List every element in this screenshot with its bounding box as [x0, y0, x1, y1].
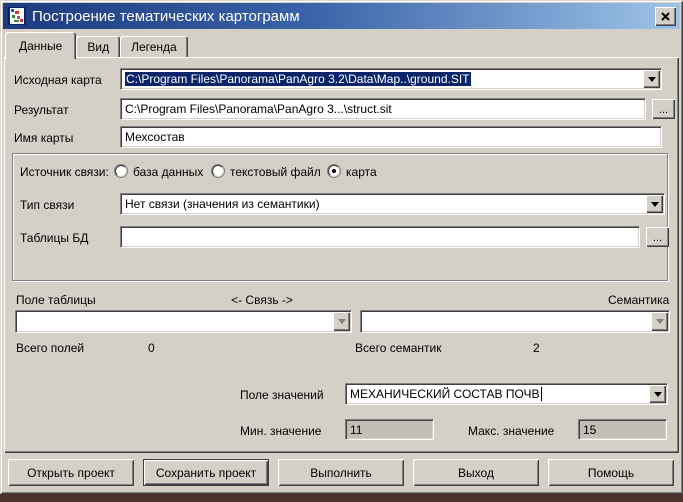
tab-view-label: Вид — [87, 40, 109, 54]
execute-label: Выполнить — [310, 466, 372, 480]
radio-textfile-label[interactable]: текстовый файл — [230, 165, 321, 179]
window-title: Построение тематических картограмм — [32, 8, 655, 25]
open-project-label: Открыть проект — [27, 466, 115, 480]
radio-map-label[interactable]: карта — [346, 165, 377, 179]
close-button[interactable] — [655, 7, 676, 26]
value-field-dropdown-button[interactable] — [649, 385, 666, 403]
source-map-value: C:\Program Files\Panorama\PanAgro 3.2\Da… — [125, 72, 471, 86]
max-value-field: 15 — [578, 419, 667, 440]
tab-legend-label: Легенда — [131, 40, 177, 54]
semantics-dropdown-button — [651, 312, 668, 331]
db-tables-input[interactable] — [120, 226, 640, 248]
help-label: Помощь — [588, 466, 634, 480]
link-type-dropdown-button[interactable] — [646, 195, 663, 213]
exit-label: Выход — [458, 466, 494, 480]
total-fields-value: 0 — [148, 341, 155, 355]
result-input[interactable]: C:\Program Files\Panorama\PanAgro 3...\s… — [120, 98, 646, 120]
semantics-combobox — [360, 310, 670, 333]
max-value-label: Макс. значение — [468, 424, 554, 438]
table-field-combobox — [15, 310, 352, 333]
chevron-down-icon — [651, 202, 659, 207]
map-name-label: Имя карты — [14, 131, 73, 145]
semantics-label: Семантика — [608, 293, 669, 307]
db-tables-browse-button[interactable]: ... — [646, 227, 669, 247]
chevron-down-icon — [656, 319, 664, 324]
button-row: Открыть проект Сохранить проект Выполнит… — [8, 459, 674, 486]
save-project-button[interactable]: Сохранить проект — [143, 459, 269, 486]
chevron-down-icon — [654, 392, 662, 397]
ellipsis-icon: ... — [659, 105, 668, 115]
radio-database-label[interactable]: база данных — [133, 165, 203, 179]
radio-textfile[interactable] — [212, 165, 224, 177]
link-header: <- Связь -> — [212, 293, 312, 307]
value-field-value: МЕХАНИЧЕСКИЙ СОСТАВ ПОЧВ — [350, 387, 540, 401]
execute-button[interactable]: Выполнить — [278, 459, 404, 486]
map-name-value: Мехсостав — [125, 130, 185, 144]
db-tables-label: Таблицы БД — [20, 231, 88, 245]
table-field-label: Поле таблицы — [16, 293, 96, 307]
radio-map[interactable] — [328, 165, 340, 177]
source-map-combobox[interactable]: C:\Program Files\Panorama\PanAgro 3.2\Da… — [120, 68, 662, 90]
exit-button[interactable]: Выход — [413, 459, 539, 486]
tab-data-label: Данные — [19, 39, 62, 53]
ellipsis-icon: ... — [653, 233, 662, 243]
text-cursor — [541, 387, 542, 401]
dialog-window: Построение тематических картограмм Данны… — [0, 0, 683, 494]
tab-view[interactable]: Вид — [76, 36, 120, 57]
radio-database[interactable] — [115, 165, 127, 177]
chevron-down-icon — [338, 319, 346, 324]
total-semantics-value: 2 — [533, 341, 540, 355]
help-button[interactable]: Помощь — [548, 459, 674, 486]
link-type-combobox[interactable]: Нет связи (значения из семантики) — [120, 193, 665, 215]
min-value-field: 11 — [345, 419, 434, 440]
total-semantics-label: Всего семантик — [355, 341, 441, 355]
titlebar[interactable]: Построение тематических картограмм — [3, 3, 680, 29]
tab-strip: Данные Вид Легенда — [5, 32, 188, 57]
result-browse-button[interactable]: ... — [652, 99, 675, 119]
open-project-button[interactable]: Открыть проект — [8, 459, 134, 486]
save-project-label: Сохранить проект — [156, 466, 256, 480]
source-map-label: Исходная карта — [14, 73, 102, 87]
min-value: 11 — [350, 423, 362, 437]
map-name-input[interactable]: Мехсостав — [120, 126, 662, 148]
close-icon — [661, 12, 670, 21]
link-type-value: Нет связи (значения из семантики) — [125, 197, 320, 211]
source-map-dropdown-button[interactable] — [643, 70, 660, 88]
chevron-down-icon — [648, 77, 656, 82]
tab-legend[interactable]: Легенда — [120, 36, 188, 57]
max-value: 15 — [583, 423, 596, 437]
min-value-label: Мин. значение — [240, 424, 321, 438]
total-fields-label: Всего полей — [16, 341, 84, 355]
result-label: Результат — [14, 103, 69, 117]
app-icon[interactable] — [8, 7, 26, 25]
link-source-group — [12, 153, 668, 281]
radio-dot-icon — [332, 169, 336, 173]
link-type-label: Тип связи — [20, 198, 74, 212]
table-field-dropdown-button — [333, 312, 350, 331]
value-field-combobox[interactable]: МЕХАНИЧЕСКИЙ СОСТАВ ПОЧВ — [345, 383, 668, 405]
desktop-background — [0, 494, 683, 502]
result-value: C:\Program Files\Panorama\PanAgro 3...\s… — [125, 102, 392, 116]
value-field-label: Поле значений — [240, 388, 324, 402]
link-source-label: Источник связи: — [20, 165, 109, 179]
tab-data[interactable]: Данные — [5, 32, 76, 59]
